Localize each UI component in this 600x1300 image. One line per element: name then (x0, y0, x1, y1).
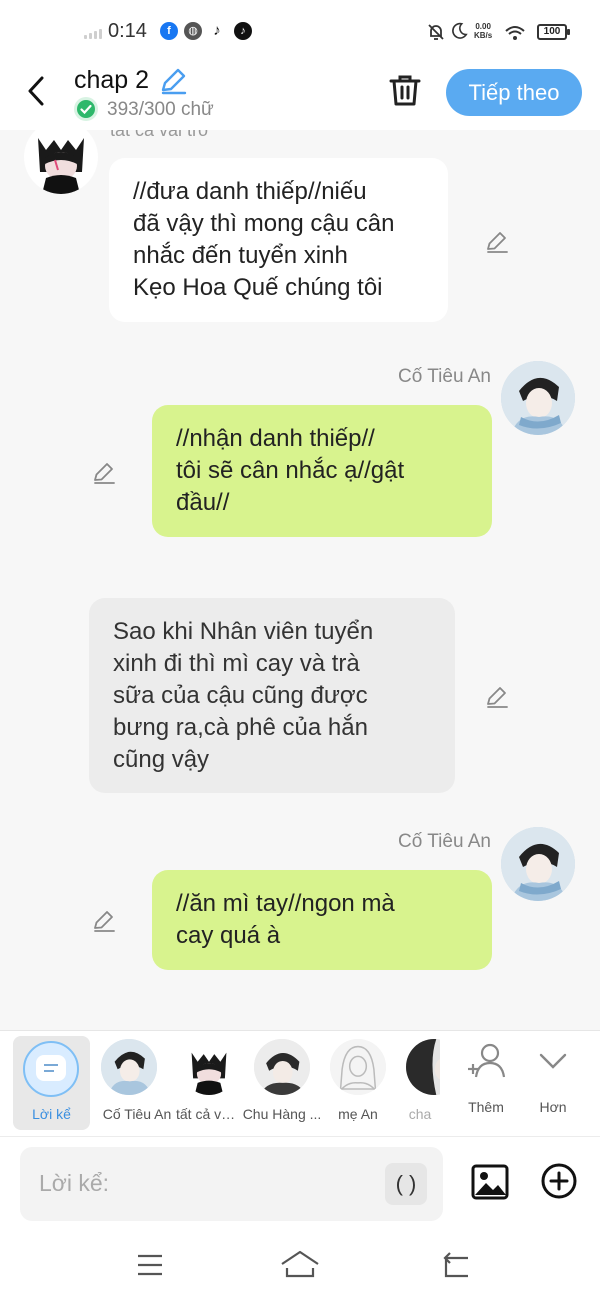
sender-name: Cố Tiêu An (398, 831, 491, 852)
character-avatar (406, 1039, 440, 1095)
signal-icon (84, 27, 104, 39)
character-label: Chu Hàng ... (242, 1106, 322, 1122)
narration-icon (23, 1041, 79, 1097)
message-input[interactable]: Lời kể: ( ) (20, 1147, 443, 1221)
status-time: 0:14 (108, 20, 147, 42)
character-option[interactable]: mẹ An (326, 1031, 390, 1137)
back-nav-icon[interactable] (438, 1248, 478, 1282)
message-bubble[interactable]: //đưa danh thiếp//niếu đã vậy thì mong c… (109, 158, 448, 322)
narration-bubble[interactable]: Sao khi Nhân viên tuyển xinh đi thì mì c… (89, 598, 455, 793)
character-avatar (101, 1039, 157, 1095)
notifications-off-icon (428, 24, 444, 40)
menu-icon[interactable] (130, 1248, 170, 1282)
chevron-down-icon (539, 1053, 567, 1069)
character-option[interactable]: Cố Tiêu An (92, 1031, 182, 1137)
character-avatar (330, 1039, 386, 1095)
character-label: mẹ An (338, 1106, 378, 1122)
sender-name: Cố Tiêu An (398, 366, 491, 387)
trash-icon[interactable] (387, 72, 423, 108)
moon-icon (452, 22, 468, 39)
more-label: Hơn (539, 1099, 567, 1115)
edit-message-pencil-icon[interactable] (91, 459, 117, 485)
globe-icon: ◍ (184, 22, 202, 40)
input-placeholder: Lời kể: (39, 1170, 110, 1196)
character-option[interactable]: cha (400, 1031, 440, 1137)
system-nav-bar (0, 1230, 600, 1300)
chapter-title: chap 2 (74, 66, 150, 94)
character-label: cha (408, 1106, 432, 1122)
editor-header: chap 2 393/300 chữ Tiếp theo (0, 60, 600, 130)
battery-icon: 100 (537, 24, 570, 40)
character-avatar[interactable] (24, 130, 98, 194)
character-picker: Lời kể Cố Tiêu An tất cả vai t... Chu Hà… (0, 1030, 600, 1136)
sender-name: tất cả vai trò (110, 130, 209, 140)
character-label: Cố Tiêu An (102, 1106, 172, 1122)
facebook-icon: f (160, 22, 178, 40)
edit-message-pencil-icon[interactable] (484, 228, 510, 254)
chat-area[interactable]: tất cả vai trò //đưa danh thiếp//niếu đã… (0, 130, 600, 1030)
add-character-button[interactable]: Thêm (456, 1031, 516, 1137)
character-option[interactable]: Chu Hàng ... (242, 1031, 322, 1137)
edit-title-pencil-icon[interactable] (158, 66, 188, 96)
character-option[interactable]: tất cả vai t... (176, 1031, 242, 1137)
check-icon (74, 97, 98, 121)
character-label: tất cả vai t... (176, 1106, 242, 1122)
home-icon[interactable] (280, 1248, 320, 1282)
word-count: 393/300 chữ (107, 99, 214, 120)
edit-message-pencil-icon[interactable] (484, 683, 510, 709)
narrator-label: Lời kể (32, 1106, 71, 1122)
edit-message-pencil-icon[interactable] (91, 907, 117, 933)
narrator-option[interactable]: Lời kể (13, 1036, 90, 1130)
network-speed: 0.00 KB/s (474, 22, 493, 40)
message-bubble[interactable]: //nhận danh thiếp// tôi sẽ cân nhắc ạ//g… (152, 405, 492, 537)
parentheses-button[interactable]: ( ) (385, 1163, 427, 1205)
add-circle-icon[interactable] (540, 1162, 578, 1200)
character-avatar (254, 1039, 310, 1095)
character-avatar (181, 1039, 237, 1095)
wifi-icon (505, 26, 525, 40)
image-icon[interactable] (470, 1162, 510, 1202)
character-avatar[interactable] (501, 827, 575, 901)
add-person-icon (468, 1043, 506, 1078)
next-button[interactable]: Tiếp theo (446, 69, 582, 116)
tiktok-icon: ♪ (234, 22, 252, 40)
more-characters-button[interactable]: Hơn (524, 1031, 582, 1137)
add-label: Thêm (468, 1099, 504, 1115)
tiktok-icon: ♪ (208, 22, 226, 40)
character-avatar[interactable] (501, 361, 575, 435)
status-bar: 0:14 f ◍ ♪ ♪ 0.00 KB/s 100 (0, 0, 600, 60)
back-arrow-icon[interactable] (22, 74, 52, 108)
composer: Lời kể: ( ) (0, 1136, 600, 1230)
message-bubble[interactable]: //ăn mì tay//ngon mà cay quá à (152, 870, 492, 970)
